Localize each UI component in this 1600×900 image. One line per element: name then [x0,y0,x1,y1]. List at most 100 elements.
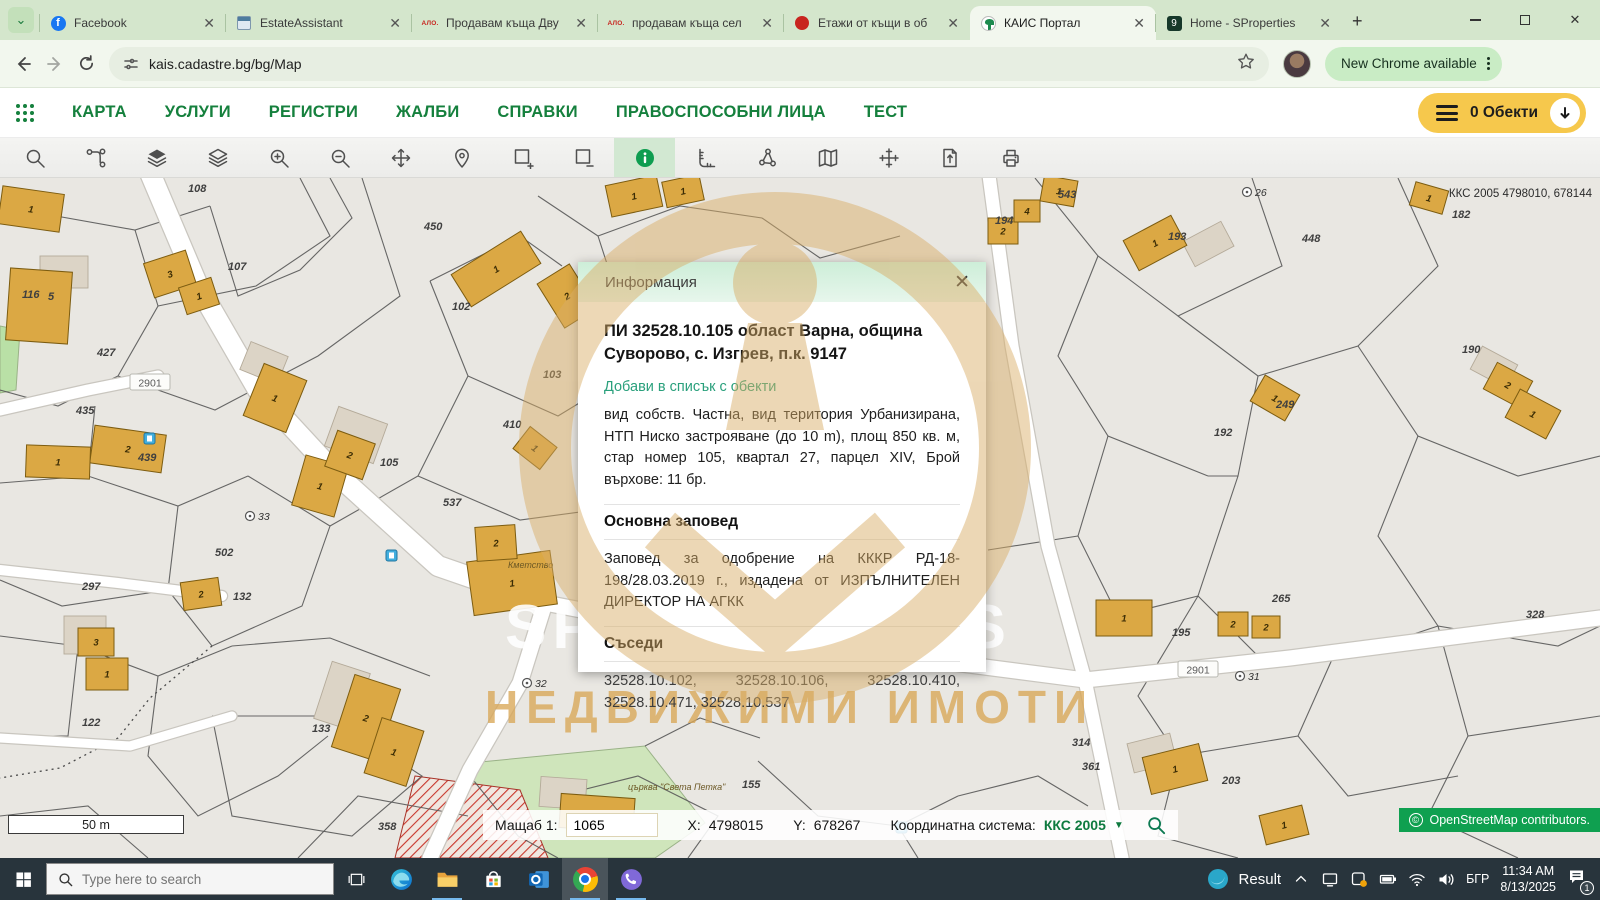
browser-tab[interactable]: 9 Home - SProperties ✕ [1156,6,1342,40]
popup-close-icon[interactable]: ✕ [954,273,970,292]
bookmark-star-icon[interactable] [1237,52,1255,75]
map-area[interactable]: 1311211211121124121112211213121211084501… [0,178,1600,858]
reload-icon[interactable] [78,55,95,72]
taskbar-app-outlook[interactable] [516,858,562,900]
display-icon[interactable] [1321,870,1339,888]
pan-tool-button[interactable] [370,138,431,177]
zoom-in-tool-button[interactable] [248,138,309,177]
browser-menu-icon[interactable] [1487,57,1490,70]
clock[interactable]: 11:34 AM 8/13/2025 [1500,863,1556,896]
menu-item-2[interactable]: РЕГИСТРИ [269,103,358,122]
notification-center-button[interactable]: 1 [1567,867,1592,891]
menu-item-6[interactable]: ТЕСТ [864,103,907,122]
back-icon[interactable] [14,55,32,73]
battery-icon[interactable] [1379,870,1397,888]
coordinates-tool-button[interactable] [858,138,919,177]
kais-favicon-icon [980,15,996,31]
layers-filled-tool-button[interactable] [126,138,187,177]
site-settings-icon[interactable] [123,56,139,72]
taskbar-app-store[interactable] [470,858,516,900]
menu-item-3[interactable]: ЖАЛБИ [396,103,459,122]
measure-icon [695,147,717,169]
print-tool-button[interactable] [980,138,1041,177]
scale-input[interactable] [566,813,658,837]
add-to-objects-link[interactable]: Добави в списък с обекти [604,379,776,395]
menu-item-1[interactable]: УСЛУГИ [165,103,231,122]
objects-expand-icon[interactable] [1550,98,1580,128]
tab-close-icon[interactable]: ✕ [758,15,776,32]
clock-time: 11:34 AM [1500,863,1556,879]
search-tool-button[interactable] [4,138,65,177]
parcel-number-label: 194 [995,215,1013,227]
rect-add-tool-button[interactable] [492,138,553,177]
new-tab-button[interactable]: + [1352,11,1363,32]
menu-item-0[interactable]: КАРТА [72,103,127,122]
browser-tab[interactable]: АЛО. продавам къща сел ✕ [598,6,784,40]
tab-close-icon[interactable]: ✕ [1316,15,1334,32]
pan-icon [390,147,412,169]
osm-attribution[interactable]: © OpenStreetMap contributors. [1399,808,1600,832]
taskbar-app-explorer[interactable] [424,858,470,900]
map-search-icon[interactable] [1146,815,1166,835]
url-bar[interactable]: kais.cadastre.bg/bg/Map [109,47,1269,81]
taskbar-search[interactable] [46,863,334,895]
zoom-out-tool-button[interactable] [309,138,370,177]
browser-tab[interactable]: АЛО. Продавам къща Дву ✕ [412,6,598,40]
tab-close-icon[interactable]: ✕ [1130,15,1148,32]
building: 1 [25,445,90,479]
tab-close-icon[interactable]: ✕ [572,15,590,32]
building: 1 [0,186,64,232]
outlook-icon [527,867,552,892]
topology-tool-button[interactable] [736,138,797,177]
wifi-icon[interactable] [1408,870,1426,888]
volume-icon[interactable] [1437,870,1455,888]
tab-title: КАИС Портал [1004,16,1122,30]
objects-button[interactable]: 0 Обекти [1418,93,1586,133]
start-button[interactable] [0,858,46,900]
crs-dropdown[interactable]: ККС 2005 [1044,817,1106,833]
new-chrome-available-button[interactable]: New Chrome available [1325,47,1502,81]
crs-dropdown-arrow-icon[interactable]: ▼ [1114,820,1124,831]
building: 3 [78,628,114,656]
parcel-number-label: 203 [1221,775,1240,787]
chevron-up-icon[interactable] [1292,870,1310,888]
taskbar-app-viber[interactable] [608,858,654,900]
browser-tab[interactable]: f Facebook ✕ [40,6,226,40]
taskbar-search-input[interactable] [82,872,302,887]
window-close-button[interactable]: ✕ [1550,0,1600,40]
measure-tool-button[interactable] [675,138,736,177]
taskbar-app-chrome[interactable] [562,858,608,900]
map-tool-button[interactable] [797,138,858,177]
taskbar-tray: Result БГР 11:34 AM 8/13/2025 1 [1206,863,1600,896]
url-text[interactable]: kais.cadastre.bg/bg/Map [149,56,1223,72]
layers-tool-button[interactable] [187,138,248,177]
task-view-button[interactable] [334,858,378,900]
tab-close-icon[interactable]: ✕ [200,15,218,32]
rect-remove-tool-button[interactable] [553,138,614,177]
window-minimize-button[interactable] [1450,0,1500,40]
language-indicator[interactable]: БГР [1466,872,1489,886]
weather-widget[interactable]: Result [1206,867,1282,891]
building-number: 1 [1121,614,1126,625]
profile-avatar[interactable] [1283,50,1311,78]
window-maximize-button[interactable] [1500,0,1550,40]
app-badge-icon[interactable] [1350,870,1368,888]
tab-search-chevron-icon[interactable]: ⌄ [8,7,34,33]
location-tool-button[interactable] [431,138,492,177]
building: 2 [180,577,222,610]
parcel-title: ПИ 32528.10.105 област Варна, община Сув… [604,314,960,377]
tab-close-icon[interactable]: ✕ [944,15,962,32]
tab-close-icon[interactable]: ✕ [386,15,404,32]
popup-title-label: Информация [605,274,697,291]
menu-item-4[interactable]: СПРАВКИ [497,103,578,122]
route-tool-button[interactable] [65,138,126,177]
forward-icon[interactable] [46,55,64,73]
menu-item-5[interactable]: ПРАВОСПОСОБНИ ЛИЦА [616,103,826,122]
info-tool-button[interactable] [614,138,675,177]
browser-tab[interactable]: EstateAssistant ✕ [226,6,412,40]
taskbar-app-edge[interactable] [378,858,424,900]
export-tool-button[interactable] [919,138,980,177]
browser-tab[interactable]: Етажи от къщи в об ✕ [784,6,970,40]
browser-tab[interactable]: КАИС Портал ✕ [970,6,1156,40]
apps-grid-icon[interactable] [16,104,34,122]
